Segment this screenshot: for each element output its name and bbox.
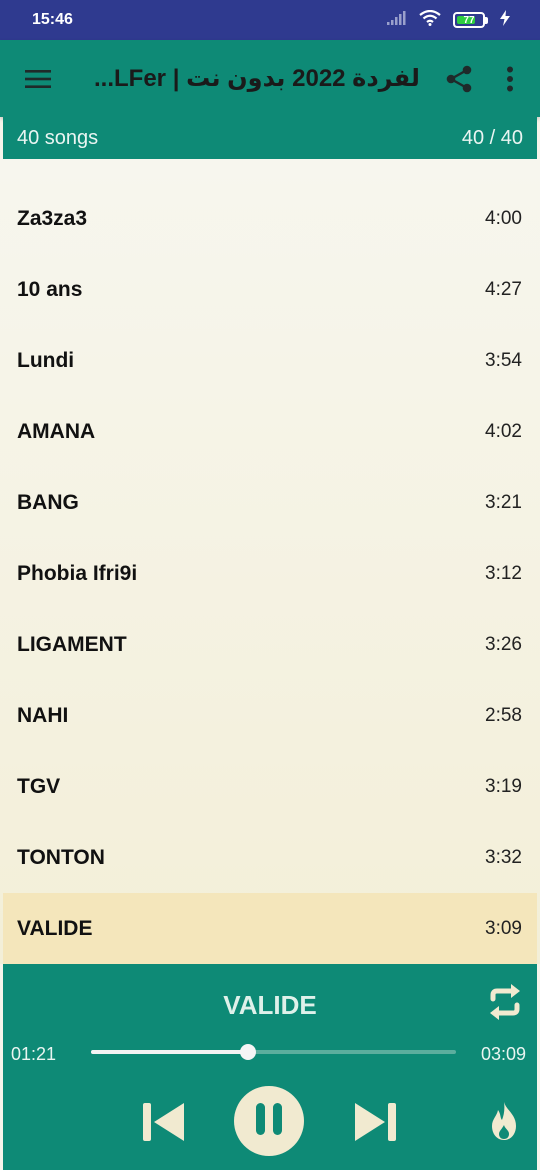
battery-icon: 77 xyxy=(453,12,485,28)
song-duration: 4:27 xyxy=(485,278,522,300)
song-row[interactable]: NAHI 2:58 xyxy=(0,680,540,751)
song-duration: 3:32 xyxy=(485,846,522,868)
song-row-active[interactable]: VALIDE 3:09 xyxy=(3,893,537,964)
song-row[interactable]: LIGAMENT 3:26 xyxy=(0,609,540,680)
more-vert-icon[interactable] xyxy=(486,40,534,117)
song-duration: 3:21 xyxy=(485,491,522,513)
seek-progress xyxy=(91,1050,248,1054)
song-row[interactable]: Lundi 3:54 xyxy=(0,325,540,396)
status-bar: 15:46 77 xyxy=(0,0,540,40)
elapsed-time: 01:21 xyxy=(11,1044,57,1064)
song-title: TONTON xyxy=(17,845,105,869)
track-position: 40 / 40 xyxy=(461,126,523,149)
now-playing-title: VALIDE xyxy=(223,990,317,1020)
hamburger-menu-icon[interactable] xyxy=(10,40,66,117)
total-time: 03:09 xyxy=(480,1044,526,1064)
fire-icon[interactable] xyxy=(486,1101,522,1141)
song-list[interactable]: Za3za3 4:00 10 ans 4:27 Lundi 3:54 AMANA… xyxy=(0,159,540,964)
pause-icon xyxy=(254,1101,284,1142)
repeat-icon[interactable] xyxy=(485,982,525,1022)
pause-button[interactable] xyxy=(234,1086,304,1156)
song-row[interactable]: 10 ans 4:27 xyxy=(0,254,540,325)
share-icon[interactable] xyxy=(432,40,486,117)
song-title: AMANA xyxy=(17,419,96,443)
song-row[interactable]: TGV 3:19 xyxy=(0,751,540,822)
song-duration: 3:54 xyxy=(485,349,522,371)
playlist-info-bar: 40 songs 40 / 40 xyxy=(3,117,537,159)
status-icons: 77 xyxy=(387,9,510,31)
app-bar: لفردة 2022 بدون نت | LFer... xyxy=(0,40,540,117)
seek-bar[interactable] xyxy=(91,1044,456,1060)
song-title: VALIDE xyxy=(17,916,93,940)
status-time: 15:46 xyxy=(32,11,73,28)
wifi-icon xyxy=(419,9,441,31)
song-duration: 3:26 xyxy=(485,633,522,655)
song-title: Phobia Ifri9i xyxy=(17,561,138,585)
song-title: LIGAMENT xyxy=(17,632,127,656)
song-duration: 3:12 xyxy=(485,562,522,584)
song-duration: 3:09 xyxy=(485,917,522,939)
skip-previous-icon[interactable] xyxy=(140,1099,186,1145)
song-row[interactable]: TONTON 3:32 xyxy=(0,822,540,893)
song-title: BANG xyxy=(17,490,79,514)
song-row[interactable]: AMANA 4:02 xyxy=(0,396,540,467)
song-row[interactable]: Za3za3 4:00 xyxy=(0,183,540,254)
song-duration: 4:02 xyxy=(485,420,522,442)
battery-level: 77 xyxy=(463,14,475,26)
song-duration: 4:00 xyxy=(485,207,522,229)
song-count: 40 songs xyxy=(17,126,99,149)
song-duration: 3:19 xyxy=(485,775,522,797)
song-row[interactable]: BANG 3:21 xyxy=(0,467,540,538)
player-panel: VALIDE 01:21 03:09 xyxy=(3,964,537,1170)
song-title: 10 ans xyxy=(17,277,83,301)
charging-icon xyxy=(500,9,510,31)
skip-next-icon[interactable] xyxy=(353,1099,399,1145)
song-title: TGV xyxy=(17,774,61,798)
signal-icon xyxy=(387,10,407,30)
song-row[interactable]: Phobia Ifri9i 3:12 xyxy=(0,538,540,609)
song-duration: 2:58 xyxy=(485,704,522,726)
song-title: Za3za3 xyxy=(17,206,88,230)
seek-thumb[interactable] xyxy=(239,1044,256,1060)
song-title: Lundi xyxy=(17,348,75,372)
app-title: لفردة 2022 بدون نت | LFer... xyxy=(94,65,420,92)
song-title: NAHI xyxy=(17,703,69,727)
